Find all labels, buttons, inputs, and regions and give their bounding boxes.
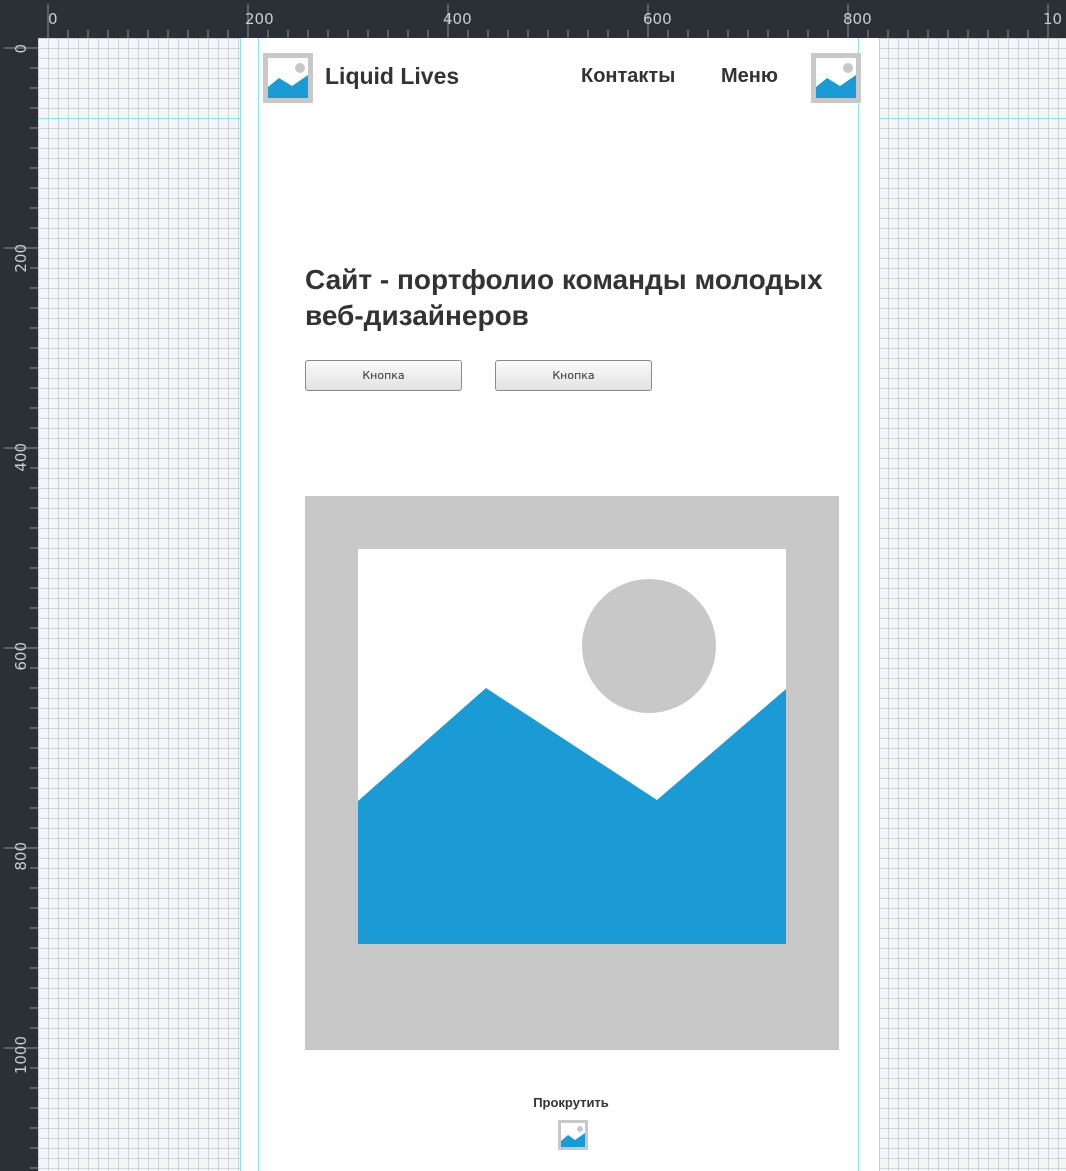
- ruler-top-label-1000: 10: [1043, 10, 1063, 28]
- left-content-guide[interactable]: [258, 38, 259, 1171]
- ruler-top-ticks: [47, 4, 1049, 38]
- ruler-left-label-1000: 1000: [12, 1036, 30, 1075]
- right-content-guide[interactable]: [858, 38, 859, 1171]
- nav-link-contacts[interactable]: Контакты: [581, 65, 675, 88]
- hero-image-placeholder-icon[interactable]: [305, 496, 839, 1050]
- scroll-image-placeholder-icon[interactable]: [558, 1120, 588, 1150]
- logo-image-placeholder-icon[interactable]: [263, 53, 313, 103]
- ruler-corner: [0, 0, 38, 38]
- ruler-left-label-400: 400: [12, 443, 30, 472]
- hero-button-1[interactable]: Кнопка: [305, 360, 462, 391]
- ruler-top: 0 200 400 600 800 10: [38, 0, 1066, 38]
- ruler-left-label-600: 600: [12, 642, 30, 671]
- hero-button-2[interactable]: Кнопка: [495, 360, 652, 391]
- ruler-top-label-400: 400: [443, 10, 472, 28]
- ruler-top-label-600: 600: [643, 10, 672, 28]
- mobile-page-frame: Liquid Lives Контакты Меню Сайт - портфо…: [240, 38, 880, 1171]
- ruler-left-ticks: [4, 47, 38, 1169]
- nav-link-menu[interactable]: Меню: [721, 65, 778, 88]
- hero-title: Сайт - портфолио команды молодых веб-диз…: [305, 264, 823, 331]
- ruler-top-label-0: 0: [48, 10, 58, 28]
- ruler-left-label-0: 0: [12, 44, 30, 54]
- ruler-left: 0 200 400 600 800 1000: [0, 38, 38, 1171]
- scroll-label[interactable]: Прокрутить: [491, 1095, 651, 1110]
- ruler-top-label-800: 800: [843, 10, 872, 28]
- ruler-top-label-200: 200: [245, 10, 274, 28]
- brand-name[interactable]: Liquid Lives: [325, 63, 459, 90]
- design-canvas[interactable]: Liquid Lives Контакты Меню Сайт - портфо…: [38, 38, 1066, 1171]
- ruler-left-label-200: 200: [12, 244, 30, 273]
- menu-image-placeholder-icon[interactable]: [811, 53, 861, 103]
- ruler-left-label-800: 800: [12, 842, 30, 871]
